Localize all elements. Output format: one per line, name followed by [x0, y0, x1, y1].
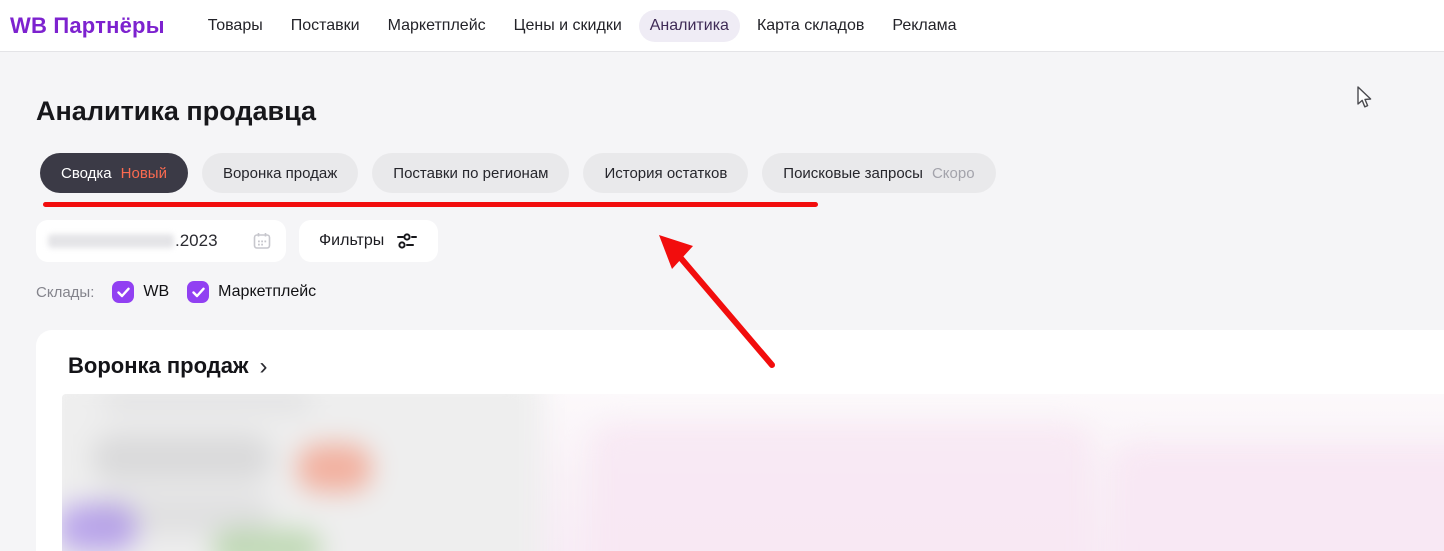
sliders-icon	[396, 231, 418, 251]
tab-voronka-prodazh[interactable]: Воронка продаж	[201, 153, 359, 193]
tab-poiskovye-zaprosy[interactable]: Поисковые запросы Скоро	[762, 153, 996, 193]
blur-layer	[62, 394, 1444, 551]
warehouses-label: Склады:	[36, 283, 95, 301]
wb-checkbox-label: WB	[143, 283, 170, 300]
tab-svodka-label: Сводка	[61, 164, 112, 182]
nav-item-postavki[interactable]: Поставки	[280, 10, 371, 42]
sales-funnel-header-link[interactable]: Воронка продаж ›	[36, 330, 1444, 379]
marketplace-checkbox[interactable]	[187, 281, 210, 303]
tab-voronka-label: Воронка продаж	[222, 164, 338, 182]
tab-istoriya-ostatkov[interactable]: История остатков	[583, 153, 749, 193]
marketplace-checkbox-label: Маркетплейс	[218, 283, 317, 300]
tab-postavki-label: Поставки по регионам	[393, 164, 549, 182]
main-content: Аналитика продавца Сводка Новый Воронка …	[0, 96, 1444, 303]
warehouse-option-wb[interactable]: WB	[112, 281, 169, 303]
wb-partners-logo[interactable]: WB Партнёры	[10, 13, 165, 39]
page-title: Аналитика продавца	[36, 96, 317, 126]
date-range-input[interactable]: .2023	[36, 220, 286, 262]
warehouse-option-marketplace[interactable]: Маркетплейс	[187, 281, 316, 303]
nav-item-tovary[interactable]: Товары	[197, 10, 274, 42]
date-redacted-blur	[48, 234, 174, 248]
red-underline-annotation	[43, 202, 818, 207]
tab-istoriya-label: История остатков	[604, 164, 728, 182]
analytics-tabs: Сводка Новый Воронка продаж Поставки по …	[40, 153, 1444, 193]
main-nav: Товары Поставки Маркетплейс Цены и скидк…	[197, 9, 968, 42]
top-navbar: WB Партнёры Товары Поставки Маркетплейс …	[0, 0, 1444, 52]
nav-item-marketplace[interactable]: Маркетплейс	[377, 10, 497, 42]
tab-postavki-po-regionam[interactable]: Поставки по регионам	[372, 153, 570, 193]
nav-item-reklama[interactable]: Реклама	[881, 10, 967, 42]
nav-item-analitika[interactable]: Аналитика	[638, 9, 740, 42]
check-icon	[117, 287, 130, 297]
warehouses-row: Склады: WB Маркетплейс	[36, 281, 1444, 303]
filters-button[interactable]: Фильтры	[299, 220, 439, 262]
sales-funnel-card: Воронка продаж ›	[36, 330, 1444, 551]
filters-button-label: Фильтры	[319, 232, 385, 249]
soon-badge: Скоро	[931, 164, 975, 182]
new-badge: Новый	[120, 164, 167, 182]
check-icon	[191, 287, 205, 297]
filter-row: .2023 Фильтры	[36, 220, 1444, 262]
sales-funnel-title: Воронка продаж	[68, 353, 249, 378]
nav-item-karta-skladov[interactable]: Карта складов	[746, 10, 875, 42]
chevron-right-icon: ›	[259, 352, 268, 380]
nav-item-ceny-i-skidki[interactable]: Цены и скидки	[503, 10, 633, 42]
date-suffix-text: .2023	[175, 231, 218, 250]
blurred-funnel-chart-preview	[62, 394, 1444, 551]
tab-poiskovye-label: Поисковые запросы	[783, 164, 923, 182]
tab-svodka[interactable]: Сводка Новый	[40, 153, 188, 193]
wb-checkbox[interactable]	[112, 281, 135, 303]
calendar-icon[interactable]	[252, 231, 272, 251]
